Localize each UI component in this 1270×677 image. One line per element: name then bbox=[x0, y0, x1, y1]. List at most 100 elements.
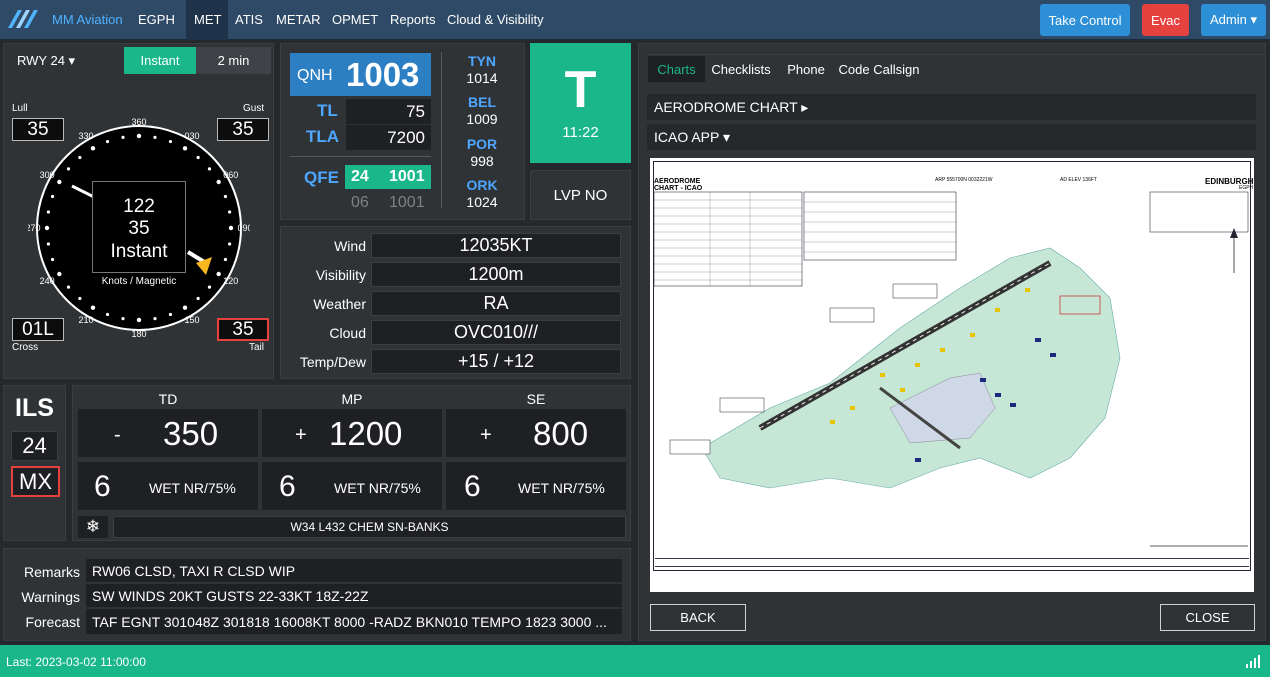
stations-divider bbox=[441, 52, 442, 208]
dial-tick bbox=[216, 271, 221, 277]
lull-label: Lull bbox=[12, 103, 28, 114]
dial-tick bbox=[50, 257, 55, 262]
rvr-td-value: 350 bbox=[163, 415, 219, 452]
met-cloud-label: Cloud bbox=[329, 325, 366, 341]
dial-tick bbox=[78, 296, 82, 301]
snow-icon: ❄ bbox=[78, 516, 108, 538]
lvp-status[interactable]: LVP NO bbox=[530, 170, 631, 220]
warnings-label: Warnings bbox=[21, 589, 80, 605]
dial-tick bbox=[78, 155, 82, 160]
dial-tick bbox=[207, 285, 212, 289]
wind-direction: 122 bbox=[123, 196, 155, 217]
nav-cloud-visibility[interactable]: Cloud & Visibility bbox=[447, 12, 544, 27]
dial-tick bbox=[196, 155, 200, 160]
qnh-label: QNH bbox=[297, 67, 333, 84]
dial-label: 120 bbox=[223, 276, 238, 286]
dial-label: 240 bbox=[40, 276, 55, 286]
tab-code-callsign[interactable]: Code Callsign bbox=[838, 56, 920, 82]
nav-egph[interactable]: EGPH bbox=[138, 12, 175, 27]
logo-icon bbox=[8, 10, 38, 28]
dial-tick bbox=[182, 146, 188, 151]
dial-tick bbox=[46, 210, 50, 214]
qfe-value-24: 1001 bbox=[389, 168, 425, 185]
cross-label: Cross bbox=[12, 342, 39, 353]
dial-tick bbox=[50, 194, 55, 199]
wind-units: Knots / Magnetic bbox=[101, 276, 177, 287]
qfe-rwy-24: 24 bbox=[351, 168, 369, 185]
nav-opmet[interactable]: OPMET bbox=[332, 12, 378, 27]
dial-label: 330 bbox=[78, 131, 93, 141]
nav-reports[interactable]: Reports bbox=[390, 12, 436, 27]
rvr-mp-code: 6 bbox=[279, 470, 296, 503]
station-por-value: 998 bbox=[470, 153, 494, 169]
forecast-value: TAF EGNT 301048Z 301818 16008KT 8000 -RA… bbox=[86, 609, 622, 634]
dial-tick bbox=[90, 305, 96, 310]
dial-label: 270 bbox=[28, 223, 41, 233]
station-por-name: POR bbox=[466, 136, 498, 152]
gust-label: Gust bbox=[243, 103, 265, 114]
dial-tick bbox=[46, 242, 50, 246]
dial-tick bbox=[207, 167, 212, 171]
evac-button[interactable]: Evac bbox=[1142, 4, 1189, 36]
rvr-mp-state: WET NR/75% bbox=[334, 480, 421, 496]
aerodrome-chart-image[interactable]: AERODROME CHART - ICAO ARP 555700N 00322… bbox=[650, 158, 1254, 592]
tab-charts[interactable]: Charts bbox=[648, 56, 705, 82]
dial-label: 060 bbox=[223, 170, 238, 180]
warnings-value: SW WINDS 20KT GUSTS 22-33KT 18Z-22Z bbox=[86, 584, 622, 607]
rvr-td-code: 6 bbox=[94, 470, 111, 503]
mode-2min-button[interactable]: 2 min bbox=[196, 47, 271, 74]
nav-met[interactable]: MET bbox=[194, 12, 221, 27]
snowtam-text: W34 L432 CHEM SN-BANKS bbox=[113, 516, 626, 538]
rvr-se-value: 800 bbox=[533, 415, 589, 452]
admin-menu-button[interactable]: Admin ▾ bbox=[1201, 4, 1266, 36]
station-bel-name: BEL bbox=[468, 94, 496, 110]
aerodrome-chart-toggle[interactable]: AERODROME CHART ▸ bbox=[647, 94, 1256, 120]
met-visibility-value: 1200m bbox=[371, 262, 621, 287]
runway-select[interactable]: RWY 24 ▾ bbox=[17, 53, 75, 69]
back-button[interactable]: BACK bbox=[650, 604, 746, 631]
remarks-value: RW06 CLSD, TAXI R CLSD WIP bbox=[86, 559, 622, 582]
met-temp-label: Temp/Dew bbox=[299, 354, 366, 370]
dial-tick bbox=[57, 271, 62, 277]
rvr-se-trend: + bbox=[480, 424, 492, 446]
signal-icon bbox=[1246, 655, 1260, 668]
dial-tick bbox=[153, 317, 157, 321]
dial-tick bbox=[153, 135, 157, 139]
station-ork-name: ORK bbox=[466, 177, 498, 193]
last-updated: Last: 2023-03-02 11:00:00 bbox=[6, 655, 146, 669]
met-temp-value: +15 / +12 bbox=[371, 349, 621, 374]
dial-tick bbox=[228, 210, 232, 214]
tl-value: 75 bbox=[346, 99, 431, 124]
icao-app-toggle[interactable]: ICAO APP ▾ bbox=[647, 124, 1256, 150]
dial-label: 210 bbox=[78, 315, 93, 325]
dial-tick bbox=[228, 242, 232, 246]
atis-letter: T bbox=[564, 61, 597, 119]
dial-label: 300 bbox=[40, 170, 55, 180]
tab-checklists[interactable]: Checklists bbox=[709, 56, 773, 82]
dial-tick bbox=[44, 225, 50, 231]
dial-tick bbox=[168, 312, 173, 317]
take-control-button[interactable]: Take Control bbox=[1040, 4, 1130, 36]
dial-label: 150 bbox=[184, 315, 199, 325]
brand-name[interactable]: MM Aviation bbox=[52, 12, 123, 27]
nav-atis[interactable]: ATIS bbox=[235, 12, 263, 27]
tab-phone[interactable]: Phone bbox=[784, 56, 828, 82]
dial-tick bbox=[90, 146, 96, 151]
met-weather-label: Weather bbox=[313, 296, 366, 312]
ils-mx-badge[interactable]: MX bbox=[11, 466, 60, 497]
wind-speed: 35 bbox=[128, 218, 150, 239]
rvr-td-header: TD bbox=[158, 391, 178, 407]
chart-drawing bbox=[653, 191, 1249, 567]
tail-label: Tail bbox=[249, 342, 265, 353]
dial-tick bbox=[223, 257, 228, 262]
charts-tabs-bar bbox=[647, 54, 1265, 55]
mode-instant-button[interactable]: Instant bbox=[124, 47, 196, 74]
tla-value: 7200 bbox=[346, 125, 431, 150]
close-button[interactable]: CLOSE bbox=[1160, 604, 1255, 631]
dial-tick bbox=[66, 167, 71, 171]
top-nav: MM Aviation EGPH MET ATIS METAR OPMET Re… bbox=[0, 0, 1270, 40]
tl-label: TL bbox=[317, 101, 338, 120]
station-bel-value: 1009 bbox=[466, 111, 498, 127]
nav-metar[interactable]: METAR bbox=[276, 12, 321, 27]
dial-tick bbox=[168, 139, 173, 144]
